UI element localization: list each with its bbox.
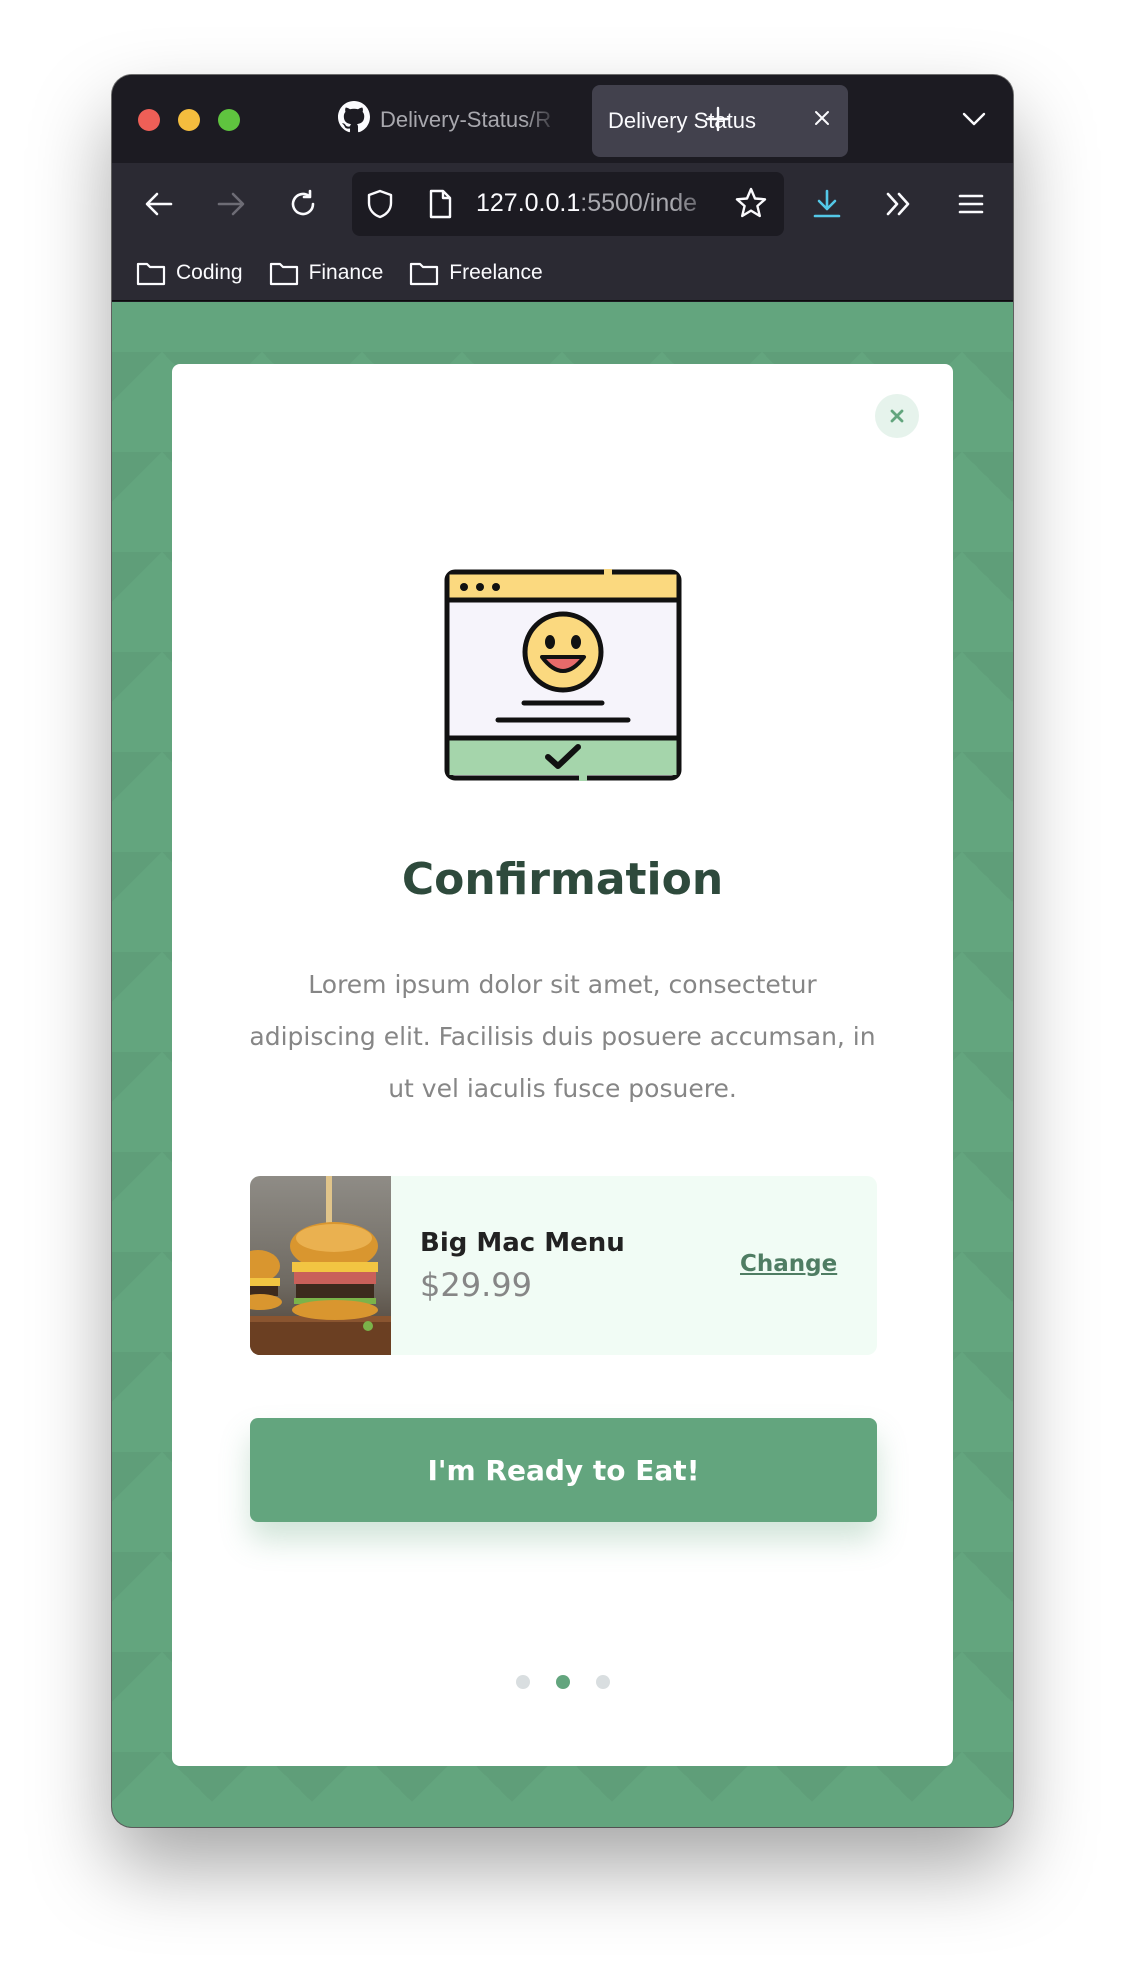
bookmark-star-icon[interactable] [734,186,768,225]
overflow-menu-button[interactable] [876,181,922,227]
order-item-name: Big Mac Menu [420,1228,625,1258]
forward-button[interactable] [208,181,254,227]
downloads-button[interactable] [804,181,850,227]
page-content: Confirmation Lorem ipsum dolor sit amet,… [112,302,1013,1827]
modal-title: Confirmation [401,854,724,905]
tab-delivery-status-repo[interactable]: Delivery-Status/R [338,85,576,155]
tab-label: Delivery-Status/R [380,107,552,132]
pagination-dots [172,1675,953,1689]
double-chevron-icon [886,192,910,216]
modal-description: Lorem ipsum dolor sit amet, consectetur … [249,970,876,1103]
new-tab-button[interactable] [696,97,740,141]
folder-icon [136,262,166,285]
change-order-link[interactable]: Change [740,1251,837,1277]
bookmark-label: Coding [176,260,243,284]
folder-icon [269,262,298,285]
folder-icon [410,262,439,285]
pagination-dot[interactable] [595,1675,610,1689]
order-summary: Big Mac Menu $29.99 Change [250,1176,877,1355]
close-tab-icon[interactable] [812,107,832,135]
minimize-window-button[interactable] [178,109,200,131]
navigation-bar: 127.0.0.1:5500/inde [112,163,1013,245]
url-bar[interactable]: 127.0.0.1:5500/inde [352,172,784,236]
list-tabs-button[interactable] [952,97,996,141]
confirmation-card: Confirmation Lorem ipsum dolor sit amet,… [172,364,953,1766]
github-icon [338,101,370,139]
close-window-button[interactable] [138,109,160,131]
reload-icon [291,189,315,216]
confirmation-illustration-icon [444,569,682,781]
order-item-price: $29.99 [420,1266,532,1304]
ready-to-eat-button[interactable]: I'm Ready to Eat! [250,1418,877,1522]
back-button[interactable] [136,181,182,227]
hamburger-icon [958,194,984,214]
menu-button[interactable] [948,181,994,227]
reload-button[interactable] [280,181,326,227]
close-modal-button[interactable] [875,394,919,438]
arrow-right-icon [217,192,245,216]
url-path: :5500/inde [580,189,698,217]
chevron-down-icon [962,112,986,126]
shield-icon[interactable] [364,188,396,225]
url-host: 127.0.0.1 [476,189,581,217]
tab-bar: Delivery-Status/R Delivery Status [112,75,1013,163]
bookmark-freelance[interactable]: Freelance [409,260,543,286]
zoom-window-button[interactable] [218,109,240,131]
burger-photo [250,1176,391,1355]
pagination-dot-active[interactable] [555,1675,570,1689]
plus-icon [705,106,731,132]
bookmark-label: Finance [308,260,384,284]
close-icon [890,409,904,423]
browser-window: Delivery-Status/R Delivery Status 127.0.… [112,75,1013,1827]
bookmark-label: Freelance [449,260,543,284]
pagination-dot[interactable] [515,1675,530,1689]
page-icon[interactable] [424,188,456,225]
arrow-left-icon [145,192,173,216]
bookmark-finance[interactable]: Finance [269,260,384,286]
bookmark-coding[interactable]: Coding [136,260,243,286]
download-icon [813,189,841,218]
url-text[interactable]: 127.0.0.1:5500/inde [476,189,728,221]
bookmarks-toolbar: Coding Finance Freelance [112,245,1013,301]
